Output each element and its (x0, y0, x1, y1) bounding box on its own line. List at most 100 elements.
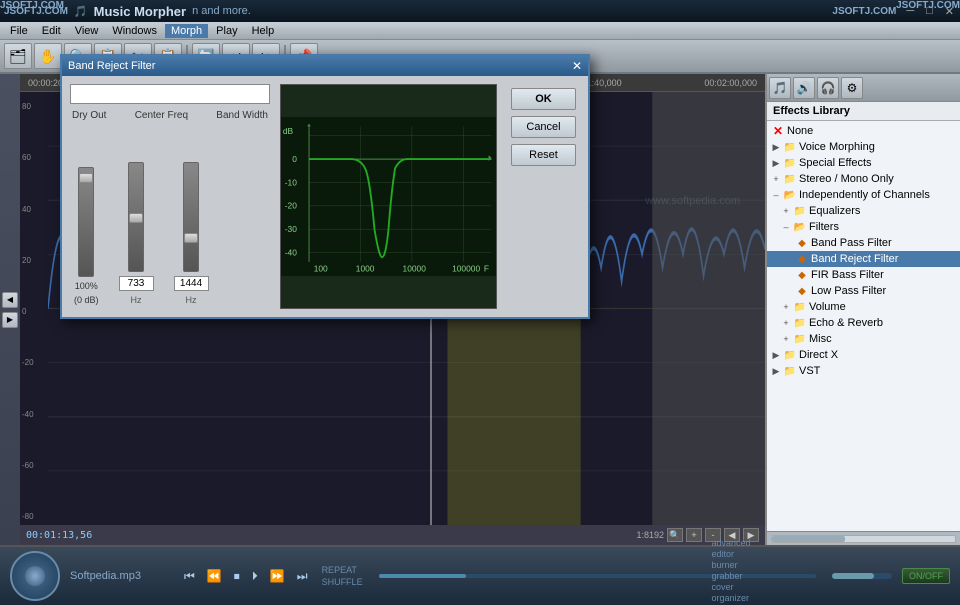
tree-item-none[interactable]: ✕ None (767, 123, 960, 139)
expand-direct-x-icon: ▶ (771, 348, 781, 362)
tree-item-band-reject[interactable]: ◆ Band Reject Filter (767, 251, 960, 267)
tree-item-independently[interactable]: – 📂 Independently of Channels (767, 187, 960, 203)
menu-view[interactable]: View (69, 24, 105, 38)
band-width-slider-container: 1444 Hz (174, 162, 209, 305)
dialog-ok-button[interactable]: OK (511, 88, 576, 110)
scrollbar-thumb[interactable] (772, 536, 845, 542)
effects-toolbar: 🎵 🔊 🎧 ⚙ (767, 74, 960, 102)
player-next-btn[interactable]: ⏭ (293, 567, 312, 586)
tree-label-equalizers: Equalizers (809, 205, 860, 217)
player-onoff-button[interactable]: ON/OFF (902, 568, 950, 584)
left-btn-2[interactable]: ▶ (2, 312, 18, 328)
band-width-slider-thumb[interactable] (184, 233, 198, 243)
expand-misc-icon: + (781, 332, 791, 346)
option-burner[interactable]: burner (711, 560, 760, 570)
player-progress-fill (379, 574, 466, 578)
center-freq-value-box[interactable]: 733 (119, 276, 154, 291)
diamond-low-pass-icon: ◆ (795, 284, 809, 298)
repeat-label[interactable]: REPEAT (322, 565, 363, 575)
dialog-cancel-button[interactable]: Cancel (511, 116, 576, 138)
tree-item-low-pass[interactable]: ◆ Low Pass Filter (767, 283, 960, 299)
filter-graph-svg: dB 0 -10 -20 -30 -40 100 1000 10000 1000… (281, 85, 496, 308)
menu-morph[interactable]: Morph (165, 24, 208, 38)
dialog-param-labels: Dry Out Center Freq Band Width (70, 110, 270, 121)
folder-misc-icon: 📁 (793, 332, 807, 346)
dialog-close-button[interactable]: ✕ (572, 59, 582, 73)
tree-item-special-effects[interactable]: ▶ 📁 Special Effects (767, 155, 960, 171)
tree-item-volume[interactable]: + 📁 Volume (767, 299, 960, 315)
expand-vst-icon: ▶ (771, 364, 781, 378)
player-bar: Softpedia.mp3 ⏮ ⏪ ⏹ ⏵ ⏩ ⏭ REPEAT SHUFFLE (0, 545, 960, 605)
player-play-btn[interactable]: ⏵ (248, 567, 262, 586)
effects-btn-4[interactable]: ⚙ (841, 77, 863, 99)
band-width-slider-track[interactable] (183, 162, 199, 272)
center-freq-slider-thumb[interactable] (129, 213, 143, 223)
tree-item-direct-x[interactable]: ▶ 📁 Direct X (767, 347, 960, 363)
player-logo-inner (25, 566, 45, 586)
expand-equalizers-icon: + (781, 204, 791, 218)
current-time-display: 00:01:13,56 (26, 530, 92, 541)
menu-help[interactable]: Help (246, 24, 281, 38)
tree-item-misc[interactable]: + 📁 Misc (767, 331, 960, 347)
scrollbar-track[interactable] (771, 535, 956, 543)
menu-edit[interactable]: Edit (36, 24, 67, 38)
tree-item-stereo-mono[interactable]: + 📁 Stereo / Mono Only (767, 171, 960, 187)
player-repeat-shuffle: REPEAT SHUFFLE (322, 565, 363, 587)
player-track-info: Softpedia.mp3 (70, 570, 170, 582)
zoom-ratio-label: 1:8192 (636, 530, 664, 540)
option-grabber[interactable]: grabber (711, 571, 760, 581)
tree-item-band-pass[interactable]: ◆ Band Pass Filter (767, 235, 960, 251)
menu-windows[interactable]: Windows (106, 24, 163, 38)
svg-text:F: F (484, 263, 489, 273)
toolbar-cursor-btn[interactable]: ✋ (34, 43, 62, 69)
shuffle-label[interactable]: SHUFFLE (322, 577, 363, 587)
player-volume-bar[interactable] (832, 573, 892, 579)
player-stop-btn[interactable]: ⏹ (230, 567, 244, 586)
effects-btn-3[interactable]: 🎧 (817, 77, 839, 99)
tree-item-echo-reverb[interactable]: + 📁 Echo & Reverb (767, 315, 960, 331)
tree-item-filters[interactable]: – 📂 Filters (767, 219, 960, 235)
none-icon: ✕ (771, 124, 785, 138)
tree-item-voice-morphing[interactable]: ▶ 📁 Voice Morphing (767, 139, 960, 155)
player-volume-fill (832, 573, 874, 579)
band-width-value-box[interactable]: 1444 (174, 276, 209, 291)
player-forward-btn[interactable]: ⏩ (266, 567, 289, 585)
left-btn-1[interactable]: ◀ (2, 292, 18, 308)
effects-btn-1[interactable]: 🎵 (769, 77, 791, 99)
dry-out-slider-track[interactable] (78, 167, 94, 277)
player-prev-btn[interactable]: ⏮ (180, 567, 199, 586)
tree-item-equalizers[interactable]: + 📁 Equalizers (767, 203, 960, 219)
tree-item-vst[interactable]: ▶ 📁 VST (767, 363, 960, 379)
effects-btn-2[interactable]: 🔊 (793, 77, 815, 99)
dialog-filter-input[interactable] (70, 84, 270, 104)
dialog-title-text: Band Reject Filter (68, 60, 155, 72)
band-width-unit: Hz (186, 295, 197, 305)
dry-out-slider-thumb[interactable] (79, 173, 93, 183)
option-organizer[interactable]: organizer (711, 593, 760, 603)
effects-scrollbar[interactable] (767, 531, 960, 545)
app-subtitle: n and more. (192, 5, 251, 17)
tree-label-misc: Misc (809, 333, 832, 345)
timeline-mark-6: 00:02:00,000 (704, 78, 757, 88)
option-cover[interactable]: cover (711, 582, 760, 592)
menu-play[interactable]: Play (210, 24, 243, 38)
menu-file[interactable]: File (4, 24, 34, 38)
logo-top-left: JSOFTJ.COM (0, 0, 64, 11)
zoom-magnify-btn[interactable]: 🔍 (667, 528, 683, 542)
effects-tree[interactable]: ✕ None ▶ 📁 Voice Morphing ▶ 📁 Special Ef… (767, 121, 960, 531)
db-scale: 80 60 40 20 0 -20 -40 -60 -80 (22, 102, 50, 525)
zoom-in-btn[interactable]: + (686, 528, 702, 542)
option-editor[interactable]: editor (711, 549, 760, 559)
player-controls: ⏮ ⏪ ⏹ ⏵ ⏩ ⏭ (180, 567, 312, 586)
toolbar-open-btn[interactable]: 🗂 (4, 43, 32, 69)
center-freq-slider-track[interactable] (128, 162, 144, 272)
expand-special-effects-icon: ▶ (771, 156, 781, 170)
option-advanced[interactable]: advanced (711, 538, 760, 548)
logo-top-right: JSOFTJ.COM (896, 0, 960, 11)
filter-graph: dB 0 -10 -20 -30 -40 100 1000 10000 1000… (280, 84, 497, 309)
expand-echo-reverb-icon: + (781, 316, 791, 330)
tree-item-fir-bass[interactable]: ◆ FIR Bass Filter (767, 267, 960, 283)
dialog-reset-button[interactable]: Reset (511, 144, 576, 166)
player-rewind-btn[interactable]: ⏪ (203, 567, 226, 585)
effects-library-title: Effects Library (767, 102, 960, 121)
